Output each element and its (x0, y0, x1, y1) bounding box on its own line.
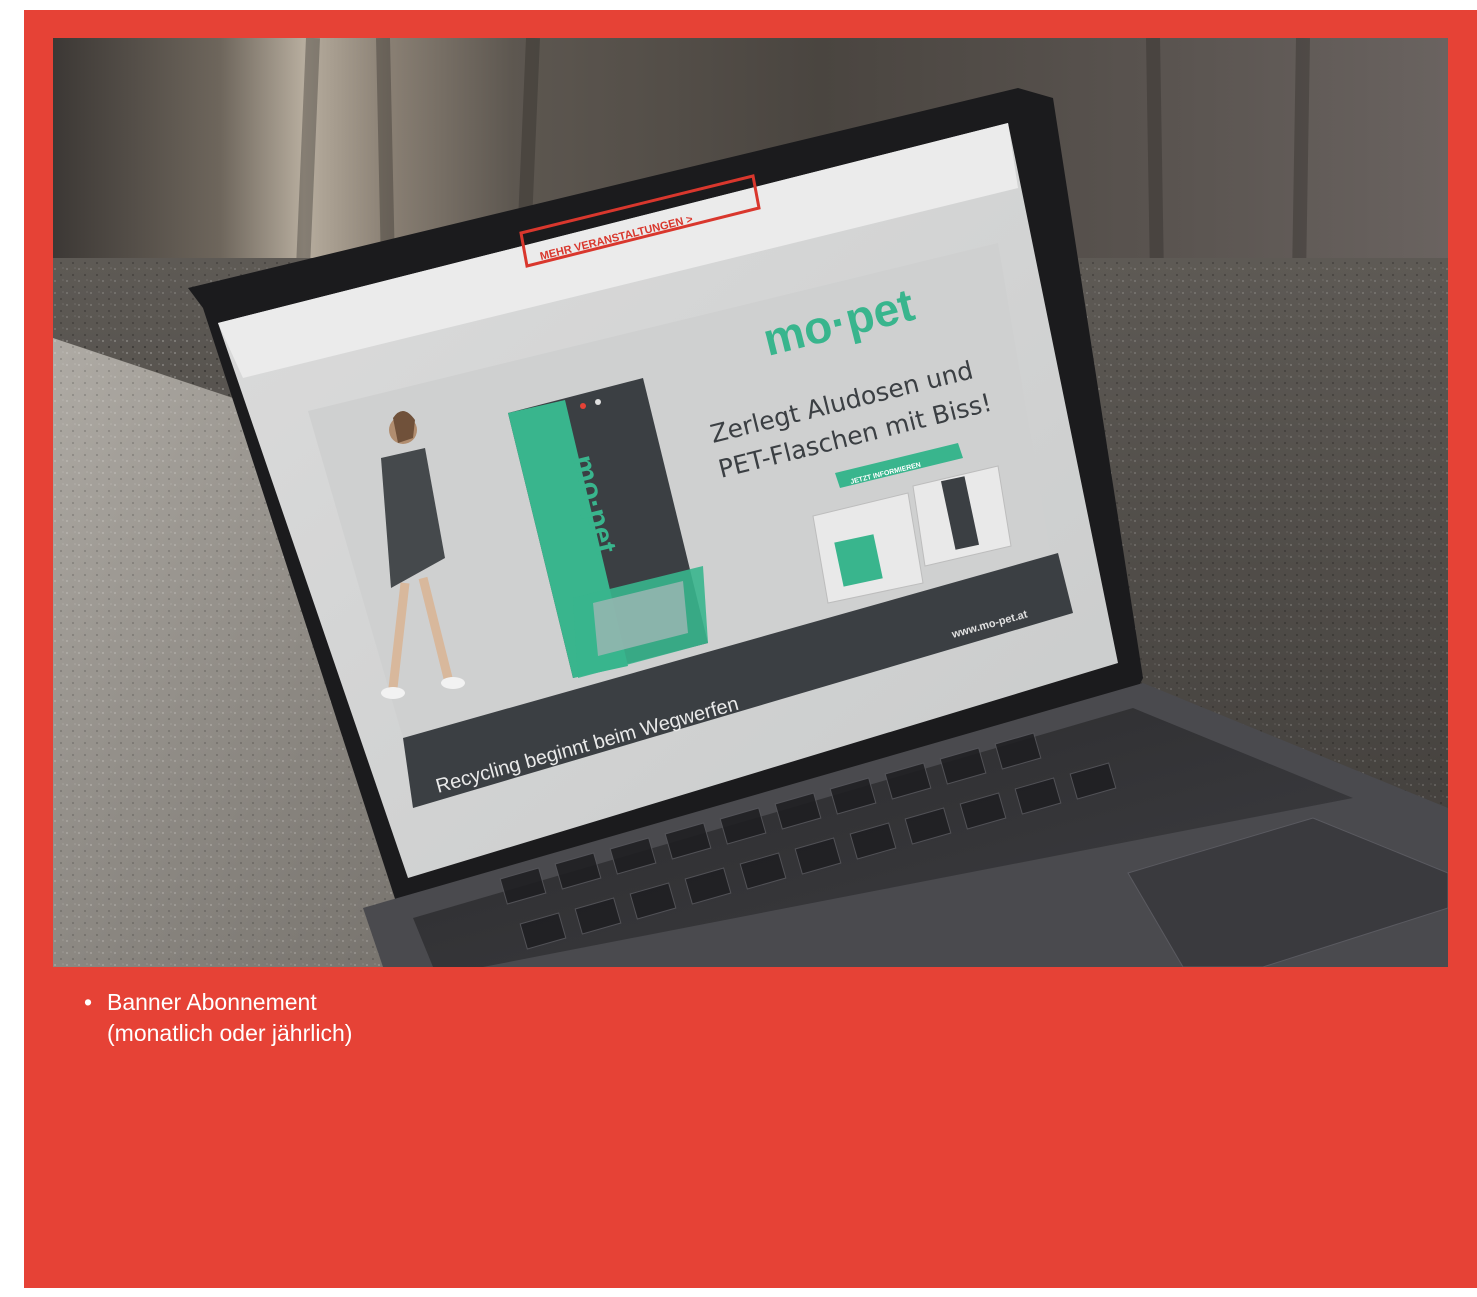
laptop-photo-illustration: MEHR VERANSTALTUNGEN > Recycling beginnt… (53, 38, 1448, 967)
laptop-photo: MEHR VERANSTALTUNGEN > Recycling beginnt… (53, 38, 1448, 967)
caption-list: • Banner Abonnement (monatlich oder jähr… (84, 987, 352, 1049)
caption-line-2: (monatlich oder jährlich) (107, 1020, 353, 1046)
bullet-marker: • (84, 989, 93, 1015)
caption-item: Banner Abonnement (monatlich oder jährli… (107, 987, 352, 1049)
red-panel: MEHR VERANSTALTUNGEN > Recycling beginnt… (24, 10, 1477, 1288)
caption-line-1: Banner Abonnement (107, 989, 317, 1015)
